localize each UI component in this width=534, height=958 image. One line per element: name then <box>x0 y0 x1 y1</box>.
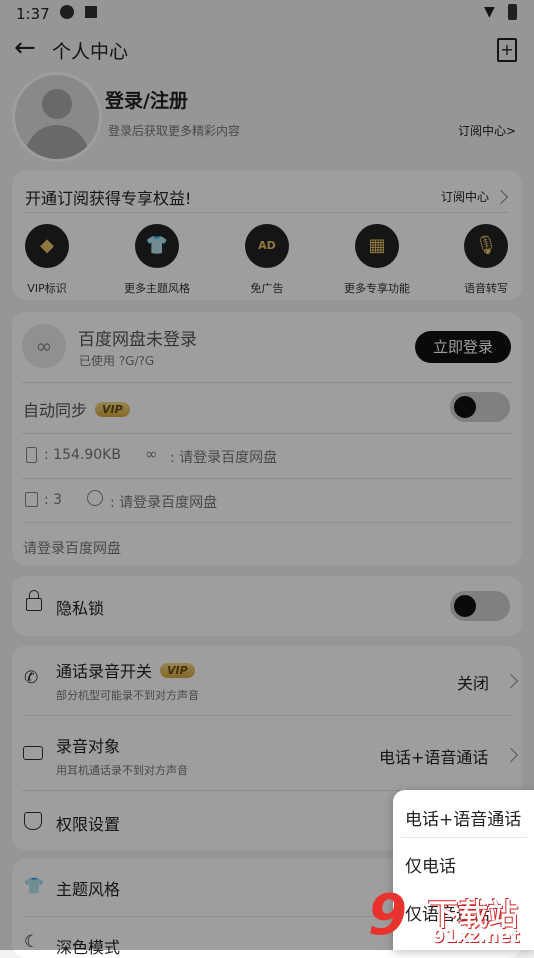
voicemail-icon <box>23 746 43 760</box>
status-bar: 1:37 ▼ <box>0 0 534 28</box>
record-switch-value[interactable]: 关闭 <box>457 670 489 694</box>
privacy-card: 隐私锁 <box>12 576 522 636</box>
local-size: : 154.90KB <box>44 447 121 463</box>
record-target-label: 录音对象 <box>56 737 121 756</box>
quick-label-transcribe: 语音转写 <box>464 282 508 295</box>
record-target-note: 用耳机通话录不到对方声音 <box>56 764 188 777</box>
chevron-right-icon <box>493 189 509 205</box>
battery-icon <box>508 4 517 20</box>
shield-icon <box>24 812 42 830</box>
menu-option-phone-only[interactable]: 仅电话 <box>405 852 456 877</box>
watermark-domain: 91xz.net <box>432 926 520 947</box>
vip-badge: VIP <box>95 402 130 417</box>
status-time: 1:37 <box>16 5 50 23</box>
auto-sync-label: 自动同步 VIP <box>23 397 130 421</box>
chevron-right-icon <box>503 673 519 689</box>
quick-label-theme: 更多主题风格 <box>124 282 190 295</box>
lock-icon <box>26 598 42 611</box>
cloud-footer-link[interactable]: 请登录百度网盘 <box>23 538 121 558</box>
chevron-right-icon <box>503 747 519 763</box>
cloud-small-icon: ∞ <box>145 445 158 463</box>
quick-label-features: 更多专享功能 <box>344 282 410 295</box>
baidu-cloud-icon: ∞ <box>22 324 66 368</box>
wifi-icon: ▼ <box>484 4 495 20</box>
phone-call-icon: ✆ <box>24 668 39 688</box>
menu-option-phone-voice[interactable]: 电话+语音通话 <box>405 805 521 830</box>
ad-icon[interactable]: AD <box>245 224 289 268</box>
back-arrow-icon[interactable]: ← <box>14 33 36 63</box>
page-title: 个人中心 <box>52 41 129 63</box>
file-count: : 3 <box>44 492 63 508</box>
vip-diamond-icon[interactable]: ◆ <box>25 224 69 268</box>
auto-sync-toggle[interactable] <box>450 392 510 422</box>
subscribe-center-link[interactable]: 订阅中心> <box>458 122 516 139</box>
login-now-button[interactable]: 立即登录 <box>415 331 511 363</box>
phone-storage-icon <box>26 447 37 463</box>
cloud-usage: 已使用 ?G/?G <box>79 354 155 368</box>
subscribe-center-button[interactable]: 订阅中心 <box>441 188 489 205</box>
cloud-size: : 请登录百度网盘 <box>170 450 278 466</box>
grid-icon[interactable]: ▦ <box>355 224 399 268</box>
cloud-card: ∞ 百度网盘未登录 已使用 ?G/?G 立即登录 自动同步 VIP : 154.9… <box>12 312 522 566</box>
vip-badge: VIP <box>160 663 195 678</box>
record-target-value[interactable]: 电话+语音通话 <box>379 744 488 768</box>
watermark-logo: 9 <box>368 883 407 948</box>
sync-status-icon <box>87 490 103 506</box>
mic-icon[interactable]: 🎙 <box>464 224 508 268</box>
theme-style-label[interactable]: 主题风格 <box>56 876 120 900</box>
login-register-link[interactable]: 登录/注册 <box>105 86 188 113</box>
add-bookmark-icon[interactable]: + <box>497 38 517 62</box>
quick-label-vip: VIP标识 <box>27 282 67 295</box>
sync-status: : 请登录百度网盘 <box>110 495 218 511</box>
cloud-title: 百度网盘未登录 <box>78 330 197 350</box>
profile-subtitle: 登录后获取更多精彩内容 <box>108 124 241 138</box>
quick-label-noad: 免广告 <box>250 282 284 295</box>
privacy-lock-toggle[interactable] <box>450 591 510 621</box>
subscribe-title: 开通订阅获得专享权益! <box>25 189 192 208</box>
moon-icon: ☾ <box>24 932 40 952</box>
record-switch-note: 部分机型可能录不到对方声音 <box>56 689 199 702</box>
privacy-lock-label: 隐私锁 <box>56 599 105 618</box>
file-count-icon <box>25 492 38 507</box>
shirt-icon[interactable]: 👕 <box>135 224 179 268</box>
subscribe-card: 开通订阅获得专享权益! 订阅中心 ◆ VIP标识 👕 更多主题风格 AD 免广告… <box>12 170 522 300</box>
dark-mode-label[interactable]: 深色模式 <box>56 934 120 958</box>
lock-shackle <box>29 590 39 599</box>
notification-icon <box>85 6 97 18</box>
record-switch-label: 通话录音开关 VIP <box>56 658 195 682</box>
app-status-icon <box>60 5 74 19</box>
avatar[interactable] <box>12 72 102 162</box>
shirt-outline-icon: 👕 <box>24 876 44 895</box>
permission-settings-label[interactable]: 权限设置 <box>56 811 120 835</box>
